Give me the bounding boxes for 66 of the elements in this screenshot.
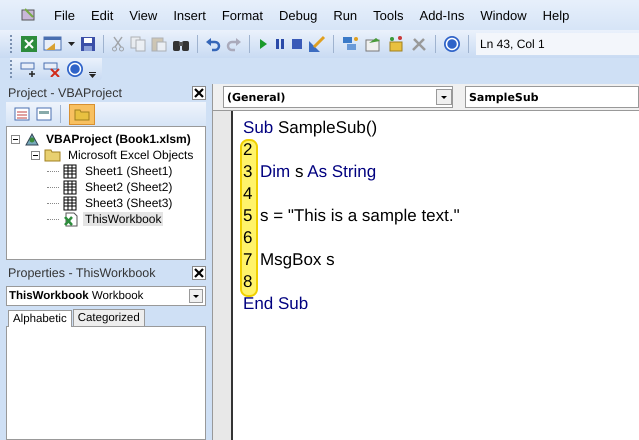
menu-item[interactable]: Debug: [271, 8, 326, 22]
tree-item[interactable]: Microsoft Excel Objects: [66, 148, 196, 162]
collapse-icon[interactable]: [31, 150, 40, 160]
add-watch-icon[interactable]: [20, 61, 38, 77]
pane-title: Project - VBAProject: [8, 86, 122, 100]
pane-title: Properties - ThisWorkbook: [8, 266, 156, 280]
sheet-icon: [63, 196, 79, 210]
help-icon[interactable]: [66, 60, 84, 78]
menu-item[interactable]: Insert: [165, 8, 214, 22]
stop-icon[interactable]: [291, 37, 303, 51]
project-tree-icon[interactable]: [341, 35, 359, 53]
tree-item[interactable]: Sheet3 (Sheet3): [83, 196, 174, 210]
pause-icon[interactable]: [274, 37, 286, 51]
menu-item[interactable]: Tools: [365, 8, 412, 22]
procedure-combo[interactable]: SampleSub: [465, 86, 639, 108]
close-button[interactable]: [192, 266, 206, 280]
line-number: 5: [243, 205, 254, 227]
ruler-pencil-icon[interactable]: [308, 35, 326, 53]
code-line: Dim s As String: [260, 161, 376, 183]
spreadsheet-icon[interactable]: [20, 35, 38, 53]
close-button[interactable]: [192, 86, 206, 100]
tree-item[interactable]: ThisWorkbook: [83, 212, 164, 226]
delete-watch-icon[interactable]: [43, 61, 61, 77]
form-icon[interactable]: [43, 35, 63, 53]
help-icon[interactable]: [443, 35, 461, 53]
sheet-icon: [63, 180, 79, 194]
line-number: 8: [243, 271, 254, 293]
object-combo[interactable]: (General): [223, 86, 453, 108]
play-icon[interactable]: [257, 37, 269, 51]
code-line: End Sub: [243, 293, 308, 315]
view-code-icon[interactable]: [14, 107, 30, 121]
line-number: 3: [243, 161, 254, 183]
box-icon[interactable]: [387, 35, 405, 53]
menu-item[interactable]: Edit: [82, 8, 122, 22]
code-line: s = "This is a sample text.": [260, 205, 460, 227]
menu-item[interactable]: Run: [325, 8, 366, 22]
sheet-icon: [63, 164, 79, 178]
undo-icon[interactable]: [205, 36, 221, 52]
save-icon[interactable]: [80, 36, 96, 52]
object-dropdown[interactable]: ThisWorkbook Workbook: [6, 286, 206, 306]
overflow-icon[interactable]: [89, 72, 96, 78]
line-number: 4: [243, 183, 254, 205]
tree-item[interactable]: Sheet1 (Sheet1): [83, 164, 174, 178]
menu-item[interactable]: Add-Ins: [412, 8, 472, 22]
code-line: MsgBox s: [260, 249, 335, 271]
line-number: 2: [243, 139, 254, 161]
caret-icon[interactable]: [68, 42, 75, 46]
tree-item[interactable]: VBAProject (Book1.xlsm): [44, 132, 193, 146]
cursor-position: Ln 43, Col 1: [476, 33, 639, 55]
line-number: 6: [243, 227, 254, 249]
properties-icon[interactable]: [364, 35, 382, 53]
tab[interactable]: Alphabetic: [8, 310, 72, 327]
tab[interactable]: Categorized: [72, 309, 145, 326]
menu-item[interactable]: File: [46, 8, 83, 22]
menu-item[interactable]: View: [121, 8, 166, 22]
menu-item[interactable]: Format: [214, 8, 271, 22]
collapse-icon[interactable]: [11, 134, 20, 144]
code-line: Sub SampleSub(): [243, 117, 378, 139]
line-number: 7: [243, 249, 254, 271]
folder-icon: [44, 148, 62, 162]
view-object-icon[interactable]: [36, 107, 52, 121]
menu-item[interactable]: Window: [472, 8, 535, 22]
tree-item[interactable]: Sheet2 (Sheet2): [83, 180, 174, 194]
workbook-icon: [63, 212, 79, 226]
menu-item[interactable]: Help: [534, 8, 578, 22]
project-icon: [24, 131, 40, 147]
